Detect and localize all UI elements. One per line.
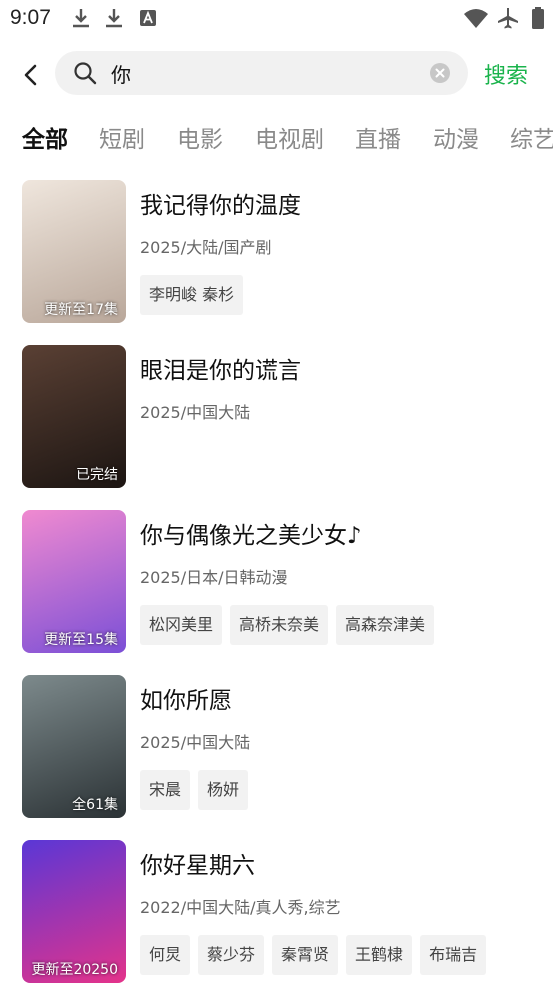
- poster-image[interactable]: 更新至15集: [22, 510, 126, 653]
- app-notification-icon: [140, 10, 156, 26]
- cast-tag[interactable]: 高森奈津美: [336, 605, 435, 645]
- tab-live[interactable]: 直播: [355, 120, 401, 154]
- cast-tag[interactable]: 松冈美里: [140, 605, 223, 645]
- cast-tag[interactable]: 何炅: [140, 935, 191, 975]
- episode-badge: 更新至20250: [31, 962, 118, 978]
- airplane-mode-icon: [498, 8, 518, 29]
- clear-icon[interactable]: [430, 63, 450, 83]
- poster-image[interactable]: 已完结: [22, 345, 126, 488]
- poster-image[interactable]: 更新至20250: [22, 840, 126, 983]
- search-button[interactable]: 搜索: [484, 58, 528, 90]
- result-title[interactable]: 你与偶像光之美少女♪: [140, 516, 362, 550]
- search-box[interactable]: [55, 51, 468, 95]
- result-meta: 2022/中国大陆/真人秀,综艺: [140, 898, 341, 917]
- result-meta: 2025/日本/日韩动漫: [140, 568, 288, 587]
- battery-icon: [532, 7, 544, 29]
- result-item[interactable]: 更新至17集 我记得你的温度 2025/大陆/国产剧 李明峻 秦杉: [0, 180, 553, 325]
- cast-tag[interactable]: 杨妍: [198, 770, 249, 810]
- result-item[interactable]: 更新至20250 你好星期六 2022/中国大陆/真人秀,综艺 何炅 蔡少芬 秦霄贤…: [0, 840, 553, 985]
- cast-tag[interactable]: 布瑞吉: [420, 935, 487, 975]
- wifi-icon: [464, 9, 488, 28]
- tab-movies[interactable]: 电影: [177, 120, 223, 154]
- result-item[interactable]: 已完结 眼泪是你的谎言 2025/中国大陆: [0, 345, 553, 490]
- search-input[interactable]: [111, 51, 411, 95]
- result-meta: 2025/大陆/国产剧: [140, 238, 272, 257]
- result-meta: 2025/中国大陆: [140, 733, 251, 752]
- cast-tag[interactable]: 高桥未奈美: [230, 605, 329, 645]
- episode-badge: 更新至17集: [44, 302, 118, 318]
- cast-tags: 松冈美里 高桥未奈美 高森奈津美: [140, 605, 442, 645]
- result-meta: 2025/中国大陆: [140, 403, 251, 422]
- category-tabs: 全部 短剧 电影 电视剧 直播 动漫 综艺: [0, 120, 553, 156]
- result-title[interactable]: 眼泪是你的谎言: [140, 351, 301, 385]
- back-arrow-icon[interactable]: [18, 62, 44, 88]
- download-icon: [106, 9, 122, 28]
- tab-variety[interactable]: 综艺: [510, 120, 553, 154]
- poster-image[interactable]: 全61集: [22, 675, 126, 818]
- search-bar-row: 搜索: [0, 50, 553, 98]
- cast-tags: 李明峻 秦杉: [140, 275, 251, 315]
- cast-tag[interactable]: 蔡少芬: [198, 935, 265, 975]
- status-bar: 9:07: [0, 0, 553, 38]
- result-title[interactable]: 如你所愿: [140, 681, 232, 715]
- episode-badge: 已完结: [76, 467, 118, 483]
- result-title[interactable]: 你好星期六: [140, 846, 255, 880]
- cast-tag[interactable]: 王鹤棣: [346, 935, 413, 975]
- cast-tags: 何炅 蔡少芬 秦霄贤 王鹤棣 布瑞吉: [140, 935, 494, 975]
- cast-tag[interactable]: 李明峻 秦杉: [140, 275, 244, 315]
- episode-badge: 全61集: [72, 797, 118, 813]
- cast-tags: 宋晨 杨妍: [140, 770, 256, 810]
- search-icon: [74, 62, 97, 85]
- tab-tv-series[interactable]: 电视剧: [255, 120, 324, 154]
- tab-all[interactable]: 全部: [22, 120, 68, 154]
- tab-anime[interactable]: 动漫: [433, 120, 479, 154]
- result-item[interactable]: 全61集 如你所愿 2025/中国大陆 宋晨 杨妍: [0, 675, 553, 820]
- status-time: 9:07: [10, 6, 51, 29]
- result-item[interactable]: 更新至15集 你与偶像光之美少女♪ 2025/日本/日韩动漫 松冈美里 高桥未奈美…: [0, 510, 553, 655]
- tab-short-drama[interactable]: 短剧: [99, 120, 145, 154]
- download-icon: [73, 9, 89, 28]
- result-title[interactable]: 我记得你的温度: [140, 186, 301, 220]
- cast-tag[interactable]: 宋晨: [140, 770, 191, 810]
- poster-image[interactable]: 更新至17集: [22, 180, 126, 323]
- episode-badge: 更新至15集: [44, 632, 118, 648]
- cast-tag[interactable]: 秦霄贤: [272, 935, 339, 975]
